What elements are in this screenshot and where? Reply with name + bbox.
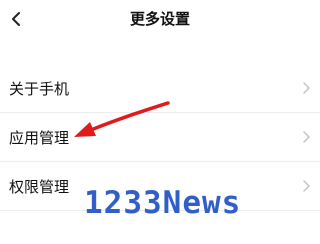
chevron-right-icon — [303, 180, 310, 192]
chevron-right-icon — [303, 131, 310, 143]
watermark-text: 1233News — [84, 185, 242, 221]
chevron-right-icon — [303, 82, 310, 94]
menu-item-label: 关于手机 — [9, 80, 70, 98]
menu-item-label: 权限管理 — [9, 178, 70, 196]
red-arrow-icon — [74, 101, 170, 137]
page-title: 更多设置 — [129, 10, 190, 28]
header-bar: 更多设置 — [0, 0, 320, 40]
